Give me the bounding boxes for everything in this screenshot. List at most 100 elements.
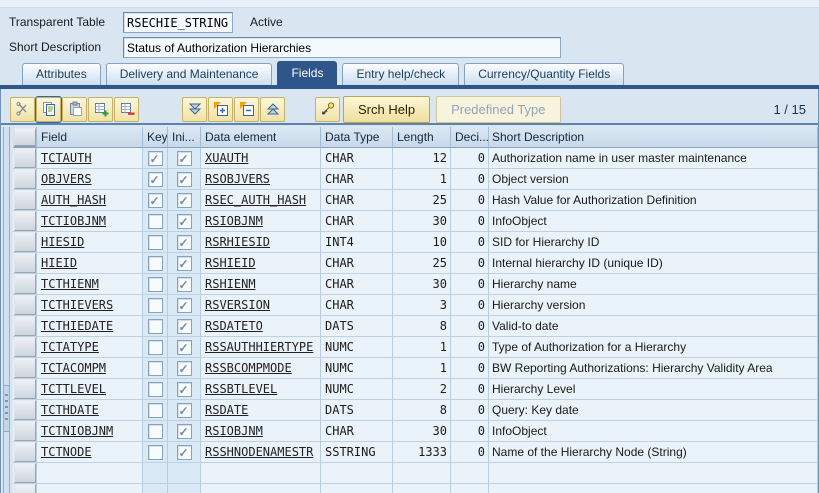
row-selector[interactable] (13, 421, 36, 441)
data-element-link[interactable]: RSHIEID (205, 253, 256, 273)
row-selector[interactable] (13, 232, 36, 252)
data-element-link[interactable]: XUAUTH (205, 148, 248, 168)
data-element-link[interactable]: RSVERSION (205, 295, 270, 315)
vertical-scrollbar[interactable] (3, 127, 10, 493)
field-link[interactable]: AUTH_HASH (41, 190, 106, 210)
row-selector[interactable] (13, 358, 36, 378)
field-link[interactable]: TCTHDATE (41, 400, 99, 420)
initial-checkbox[interactable] (176, 317, 192, 336)
paste-icon[interactable] (62, 96, 87, 122)
field-link[interactable]: TCTAUTH (41, 148, 92, 168)
row-selector[interactable] (13, 253, 36, 273)
expand-insert-icon[interactable] (208, 96, 233, 122)
column-header-deci-[interactable]: Deci... (451, 127, 489, 148)
tab-attributes[interactable]: Attributes (22, 63, 101, 85)
field-link[interactable]: TCTHIENM (41, 274, 99, 294)
initial-checkbox[interactable] (176, 170, 192, 189)
key-checkbox[interactable] (147, 191, 163, 210)
select-all-header[interactable] (13, 127, 37, 148)
field-link[interactable]: TCTIOBJNM (41, 211, 106, 231)
field-link[interactable]: TCTATYPE (41, 337, 99, 357)
field-link[interactable]: TCTNODE (41, 442, 92, 462)
key-checkbox[interactable] (147, 339, 163, 355)
field-link[interactable]: HIESID (41, 232, 84, 252)
table-name-input[interactable] (123, 12, 233, 33)
data-element-link[interactable]: RSRHIESID (205, 232, 270, 252)
data-element-link[interactable]: RSSHNODENAMESTR (205, 442, 313, 462)
row-selector[interactable] (13, 295, 36, 315)
key-checkbox[interactable] (147, 255, 163, 271)
key-checkbox[interactable] (147, 381, 163, 397)
row-selector[interactable] (13, 211, 36, 231)
row-selector[interactable] (13, 148, 36, 168)
key-checkbox[interactable] (147, 149, 163, 168)
key-checkbox[interactable] (147, 444, 163, 460)
initial-checkbox[interactable] (176, 422, 192, 441)
initial-checkbox[interactable] (176, 380, 192, 399)
tab-entry-help-check[interactable]: Entry help/check (342, 63, 460, 85)
row-selector[interactable] (13, 442, 36, 462)
data-element-link[interactable]: RSSBTLEVEL (205, 379, 277, 399)
data-element-link[interactable]: RSHIENM (205, 274, 256, 294)
column-header-data-element[interactable]: Data element (201, 127, 321, 148)
key-checkbox[interactable] (147, 318, 163, 334)
initial-checkbox[interactable] (176, 275, 192, 294)
row-selector[interactable] (13, 379, 36, 399)
column-header-key[interactable]: Key (143, 127, 168, 148)
key-checkbox[interactable] (147, 297, 163, 313)
page-up-icon[interactable] (260, 96, 285, 122)
row-selector[interactable] (13, 484, 36, 493)
field-link[interactable]: TCTTLEVEL (41, 379, 106, 399)
field-link[interactable]: OBJVERS (41, 169, 92, 189)
tab-currency-quantity-fields[interactable]: Currency/Quantity Fields (464, 63, 625, 85)
key-checkbox[interactable] (147, 360, 163, 376)
field-link[interactable]: TCTACOMPM (41, 358, 106, 378)
column-header-field[interactable]: Field (37, 127, 143, 148)
column-header-data-type[interactable]: Data Type (321, 127, 393, 148)
row-selector[interactable] (13, 274, 36, 294)
initial-checkbox[interactable] (176, 233, 192, 252)
data-element-link[interactable]: RSEC_AUTH_HASH (205, 190, 306, 210)
row-selector[interactable] (13, 169, 36, 189)
tab-fields[interactable]: Fields (277, 61, 338, 85)
column-header-ini-[interactable]: Ini... (168, 127, 201, 148)
key-checkbox[interactable] (147, 213, 163, 229)
data-element-link[interactable]: RSSAUTHHIERTYPE (205, 337, 313, 357)
cut-icon[interactable] (10, 96, 35, 122)
srch-help-button[interactable]: Srch Help (343, 95, 431, 123)
row-selector[interactable] (13, 190, 36, 210)
key-checkbox[interactable] (147, 170, 163, 189)
key-checkbox[interactable] (147, 423, 163, 439)
field-link[interactable]: TCTNIOBJNM (41, 421, 113, 441)
field-link[interactable]: TCTHIEDATE (41, 316, 113, 336)
data-element-link[interactable]: RSIOBJNM (205, 211, 263, 231)
initial-checkbox[interactable] (176, 443, 192, 462)
key-checkbox[interactable] (147, 402, 163, 418)
data-element-link[interactable]: RSOBJVERS (205, 169, 270, 189)
initial-checkbox[interactable] (176, 191, 192, 210)
data-element-link[interactable]: RSSBCOMPMODE (205, 358, 292, 378)
row-selector[interactable] (13, 463, 36, 483)
initial-checkbox[interactable] (176, 254, 192, 273)
initial-checkbox[interactable] (176, 338, 192, 357)
page-down-icon[interactable] (182, 96, 207, 122)
field-link[interactable]: TCTHIEVERS (41, 295, 113, 315)
scrollbar-thumb[interactable] (4, 385, 9, 432)
row-selector[interactable] (13, 400, 36, 420)
row-selector[interactable] (13, 337, 36, 357)
key-checkbox[interactable] (147, 276, 163, 292)
initial-checkbox[interactable] (176, 296, 192, 315)
row-selector[interactable] (13, 316, 36, 336)
key-checkbox[interactable] (147, 234, 163, 250)
initial-checkbox[interactable] (176, 401, 192, 420)
select-all-button[interactable] (13, 128, 36, 146)
initial-checkbox[interactable] (176, 359, 192, 378)
search-help-key-icon[interactable] (315, 96, 340, 122)
data-element-link[interactable]: RSDATE (205, 400, 248, 420)
column-header-length[interactable]: Length (393, 127, 451, 148)
insert-row-icon[interactable] (88, 96, 113, 122)
field-link[interactable]: HIEID (41, 253, 77, 273)
collapse-delete-icon[interactable] (234, 96, 259, 122)
initial-checkbox[interactable] (176, 212, 192, 231)
initial-checkbox[interactable] (176, 149, 192, 168)
